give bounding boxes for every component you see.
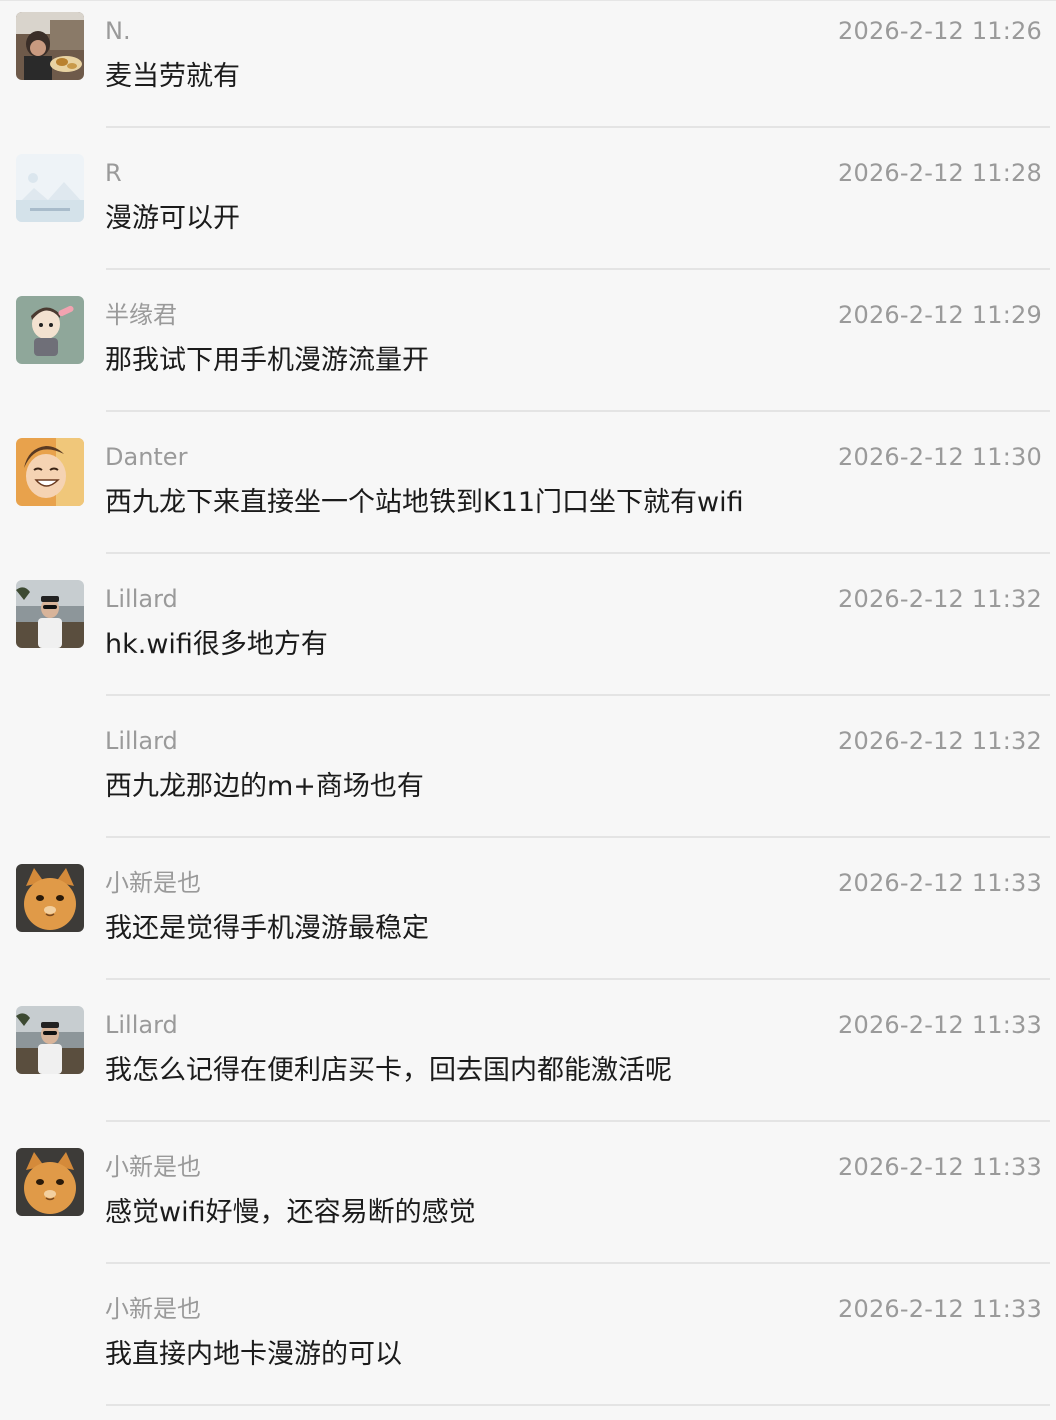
message-text: 西九龙那边的m+商场也有 (105, 771, 424, 802)
photo-avatar-food[interactable] (16, 12, 84, 80)
message-text: 我直接内地卡漫游的可以 (105, 1339, 402, 1370)
message-text: hk.wifi很多地方有 (105, 629, 328, 660)
sender-name[interactable]: 小新是也 (105, 867, 201, 899)
timestamp: 2026-2-12 11:29 (838, 301, 1042, 329)
message-item[interactable]: Lillard 2026-2-12 11:32 西九龙那边的m+商场也有 (0, 710, 1056, 852)
cartoon-boy-avatar[interactable] (16, 296, 84, 364)
divider (106, 1120, 1050, 1122)
sender-name[interactable]: 半缘君 (105, 299, 177, 331)
sender-name[interactable]: N. (105, 15, 131, 47)
divider (106, 268, 1050, 270)
divider (106, 552, 1050, 554)
message-item[interactable]: 小新是也 2026-2-12 11:33 我直接内地卡漫游的可以 (0, 1278, 1056, 1420)
message-item[interactable]: Lillard 2026-2-12 11:33 我怎么记得在便利店买卡，回去国内… (0, 994, 1056, 1136)
message-item[interactable]: Danter 2026-2-12 11:30 西九龙下来直接坐一个站地铁到K11… (0, 426, 1056, 568)
message-item[interactable]: 半缘君 2026-2-12 11:29 那我试下用手机漫游流量开 (0, 284, 1056, 426)
sender-name[interactable]: Lillard (105, 583, 178, 615)
message-item[interactable]: 小新是也 2026-2-12 11:33 我还是觉得手机漫游最稳定 (0, 852, 1056, 994)
message-text: 西九龙下来直接坐一个站地铁到K11门口坐下就有wifi (105, 487, 744, 518)
timestamp: 2026-2-12 11:28 (838, 159, 1042, 187)
message-item[interactable]: R 2026-2-12 11:28 漫游可以开 (0, 142, 1056, 284)
sender-name[interactable]: Lillard (105, 725, 178, 757)
timestamp: 2026-2-12 11:30 (838, 443, 1042, 471)
sender-name[interactable]: 小新是也 (105, 1151, 201, 1183)
divider (106, 126, 1050, 128)
chat-message-list: N. 2026-2-12 11:26 麦当劳就有 R 2026-2-12 11:… (0, 0, 1056, 1406)
message-text: 麦当劳就有 (105, 61, 240, 92)
man-landscape-avatar[interactable] (16, 1006, 84, 1074)
divider (106, 978, 1050, 980)
timestamp: 2026-2-12 11:33 (838, 869, 1042, 897)
message-text: 漫游可以开 (105, 203, 240, 234)
sender-name[interactable]: 小新是也 (105, 1293, 201, 1325)
divider (106, 410, 1050, 412)
divider (106, 1262, 1050, 1264)
sender-name[interactable]: R (105, 157, 122, 189)
orange-cat-avatar[interactable] (16, 864, 84, 932)
message-item[interactable]: Lillard 2026-2-12 11:32 hk.wifi很多地方有 (0, 568, 1056, 710)
message-text: 那我试下用手机漫游流量开 (105, 345, 429, 376)
sender-name[interactable]: Danter (105, 441, 187, 473)
placeholder-image-avatar[interactable] (16, 154, 84, 222)
divider (106, 836, 1050, 838)
anime-smile-avatar[interactable] (16, 438, 84, 506)
message-item[interactable]: 小新是也 2026-2-12 11:33 感觉wifi好慢，还容易断的感觉 (0, 1136, 1056, 1278)
timestamp: 2026-2-12 11:33 (838, 1153, 1042, 1181)
timestamp: 2026-2-12 11:32 (838, 727, 1042, 755)
timestamp: 2026-2-12 11:33 (838, 1011, 1042, 1039)
timestamp: 2026-2-12 11:32 (838, 585, 1042, 613)
message-item[interactable]: N. 2026-2-12 11:26 麦当劳就有 (0, 0, 1056, 142)
man-landscape-avatar[interactable] (16, 580, 84, 648)
divider (106, 694, 1050, 696)
message-text: 感觉wifi好慢，还容易断的感觉 (105, 1197, 476, 1228)
message-text: 我还是觉得手机漫游最稳定 (105, 913, 429, 944)
sender-name[interactable]: Lillard (105, 1009, 178, 1041)
orange-cat-avatar[interactable] (16, 1148, 84, 1216)
timestamp: 2026-2-12 11:26 (838, 17, 1042, 45)
message-text: 我怎么记得在便利店买卡，回去国内都能激活呢 (105, 1055, 672, 1086)
timestamp: 2026-2-12 11:33 (838, 1295, 1042, 1323)
